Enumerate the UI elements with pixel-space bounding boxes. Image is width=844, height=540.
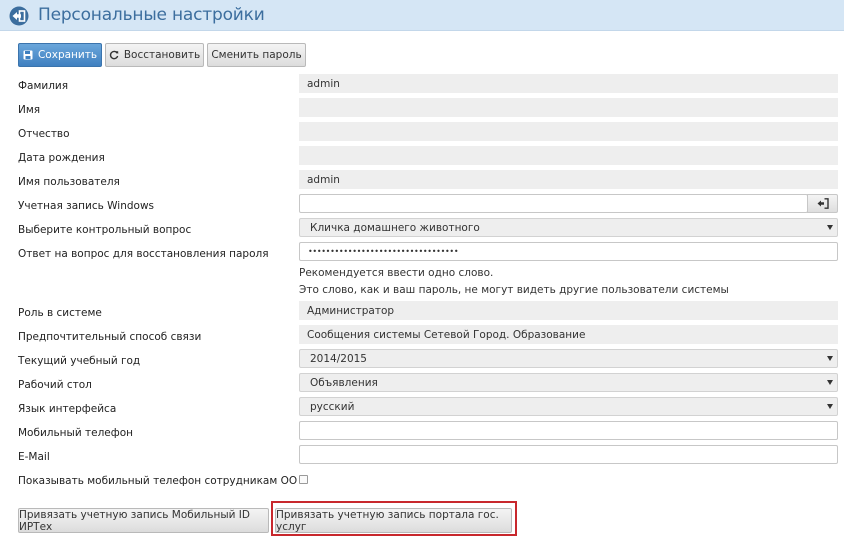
caret-down-icon (827, 404, 833, 409)
page-header: Персональные настройки (0, 0, 844, 31)
desktop-label: Рабочий стол (18, 379, 92, 391)
floppy-icon (23, 50, 33, 60)
save-button[interactable]: Сохранить (18, 43, 102, 67)
language-value: русский (310, 400, 355, 413)
security-question-select[interactable]: Кличка домашнего животного (299, 218, 838, 237)
show-mobile-checkbox[interactable] (299, 475, 308, 484)
surname-value: admin (299, 74, 838, 93)
role-value: Администратор (299, 301, 838, 320)
role-label: Роль в системе (18, 307, 102, 319)
patronymic-value (299, 122, 838, 141)
restore-label: Восстановить (123, 49, 201, 61)
security-answer-label: Ответ на вопрос для восстановления парол… (18, 248, 269, 260)
windows-account-input[interactable] (299, 194, 808, 213)
security-answer-input[interactable]: •••••••••••••••••••••••••••••••••• (299, 242, 838, 261)
school-year-label: Текущий учебный год (18, 355, 141, 367)
mobile-phone-input[interactable] (299, 421, 838, 440)
language-label: Язык интерфейса (18, 403, 117, 415)
save-label: Сохранить (37, 49, 98, 61)
windows-login-button[interactable] (807, 194, 838, 213)
change-password-label: Сменить пароль (211, 49, 302, 61)
surname-label: Фамилия (18, 80, 69, 92)
caret-down-icon (827, 380, 833, 385)
language-select[interactable]: русский (299, 397, 838, 416)
refresh-icon (109, 50, 119, 60)
answer-hint-line2: Это слово, как и ваш пароль, не могут ви… (299, 284, 729, 296)
desktop-value: Объявления (310, 376, 378, 389)
answer-hint-line1: Рекомендуется ввести одно слово. (299, 267, 494, 279)
contact-method-value: Сообщения системы Сетевой Город. Образов… (299, 325, 838, 344)
email-input[interactable] (299, 445, 838, 464)
caret-down-icon (827, 225, 833, 230)
bind-mobile-id-label: Привязать учетную запись Мобильный ID ИР… (19, 508, 250, 533)
security-question-label: Выберите контрольный вопрос (18, 224, 192, 236)
username-label: Имя пользователя (18, 176, 120, 188)
school-year-value: 2014/2015 (310, 352, 367, 365)
name-label: Имя (18, 104, 41, 116)
school-year-select[interactable]: 2014/2015 (299, 349, 838, 368)
caret-down-icon (827, 356, 833, 361)
contact-method-label: Предпочтительный способ связи (18, 331, 202, 343)
show-mobile-label: Показывать мобильный телефон сотрудникам… (18, 475, 298, 487)
mobile-phone-label: Мобильный телефон (18, 427, 134, 439)
page-title: Персональные настройки (38, 5, 265, 25)
birthdate-value (299, 146, 838, 165)
restore-button[interactable]: Восстановить (105, 43, 204, 67)
username-value: admin (299, 170, 838, 189)
bind-mobile-id-button[interactable]: Привязать учетную запись Мобильный ID ИР… (18, 508, 269, 533)
back-icon[interactable] (9, 6, 29, 26)
birthdate-label: Дата рождения (18, 152, 105, 164)
highlight-frame (271, 501, 517, 536)
email-label: E-Mail (18, 451, 50, 463)
windows-account-label: Учетная запись Windows (18, 200, 155, 212)
name-value (299, 98, 838, 117)
patronymic-label: Отчество (18, 128, 70, 140)
security-question-value: Кличка домашнего животного (310, 221, 480, 234)
desktop-select[interactable]: Объявления (299, 373, 838, 392)
sign-in-icon (817, 198, 829, 209)
change-password-button[interactable]: Сменить пароль (207, 43, 306, 67)
